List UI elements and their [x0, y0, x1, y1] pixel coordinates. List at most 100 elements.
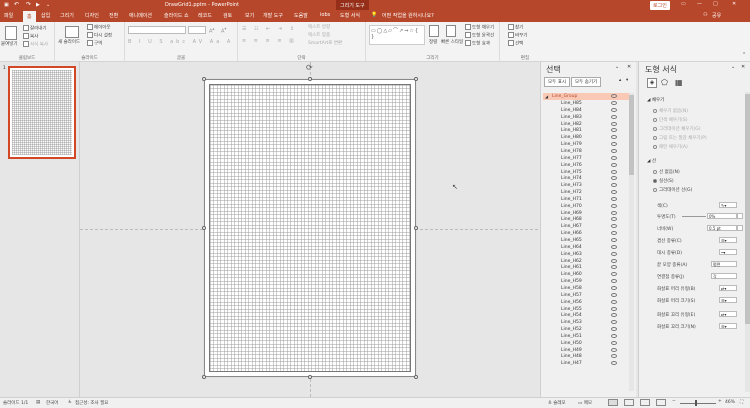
align-text-button[interactable]: 텍스트 맞춤 [308, 32, 330, 38]
eye-icon[interactable] [611, 217, 617, 222]
line-color-picker[interactable]: ✎▾ [719, 202, 737, 208]
eye-icon[interactable] [611, 107, 617, 112]
show-all-button[interactable]: 모두 표시 [544, 77, 570, 87]
eye-icon[interactable] [611, 292, 617, 297]
eye-icon[interactable] [611, 183, 617, 188]
reset-button[interactable]: 다시 설정 [94, 34, 112, 39]
line-solid-radio[interactable] [653, 178, 657, 183]
zoom-level[interactable]: 46% [725, 400, 735, 405]
eye-icon[interactable] [611, 238, 617, 242]
end-arrow-size-dropdown[interactable]: ☰▾ [719, 323, 737, 329]
list-item-group[interactable]: ◢ Line_Group [543, 93, 629, 100]
slideshow-view-icon[interactable] [656, 399, 666, 406]
tab-transitions[interactable]: 전환 [109, 12, 118, 19]
list-item[interactable]: Line_H47 [543, 360, 629, 367]
find-button[interactable]: 찾기 [515, 26, 523, 31]
ribbon-display-icon[interactable]: ▭ [681, 1, 686, 7]
shape-effects-button[interactable]: 도형 효과 [472, 42, 490, 47]
select-button[interactable]: 선택 [515, 42, 523, 47]
eye-icon[interactable] [611, 121, 617, 126]
tab-help[interactable]: 도움말 [294, 12, 308, 19]
fill-solid-radio[interactable] [653, 117, 657, 122]
tab-draw[interactable]: 그리기 [60, 12, 74, 19]
start-presentation-icon[interactable]: ▶ [36, 2, 40, 8]
resize-handle-se[interactable] [414, 375, 418, 379]
eye-icon[interactable] [611, 244, 617, 249]
format-painter-button[interactable]: 서식 복사 [30, 43, 48, 48]
proofing-icon[interactable]: ▤ [36, 400, 40, 405]
eye-icon[interactable] [611, 285, 617, 290]
comments-button[interactable]: ▭ 메모 [578, 400, 592, 406]
eye-icon[interactable] [611, 313, 617, 318]
close-pane-icon[interactable]: ✕ [627, 64, 631, 70]
transparency-slider[interactable] [682, 216, 706, 217]
shapes-gallery[interactable]: ▭◯△▱⌒↗⇒☆{ } [369, 25, 425, 45]
copy-button[interactable]: 복사 [30, 35, 38, 40]
cut-button[interactable]: 잘라내기 [30, 27, 47, 32]
eye-icon[interactable] [611, 176, 617, 181]
font-name-input[interactable] [128, 26, 186, 34]
minimize-icon[interactable]: — [697, 1, 702, 7]
begin-arrow-type-dropdown[interactable]: ⇄▾ [719, 285, 737, 291]
dash-type-dropdown[interactable]: ┅▾ [719, 249, 737, 255]
smartart-button[interactable]: SmartArt로 변환 [308, 40, 342, 46]
effects-icon[interactable]: ⬠ [661, 78, 668, 87]
send-backward-icon[interactable]: ▾ [626, 78, 628, 83]
scrollbar-thumb[interactable] [629, 95, 634, 175]
tab-design[interactable]: 디자인 [85, 12, 99, 19]
collapse-icon[interactable]: ◢ [545, 94, 548, 99]
tab-review[interactable]: 검토 [223, 12, 232, 19]
eye-icon[interactable] [611, 148, 617, 153]
paste-button[interactable]: 붙여넣기 [1, 41, 18, 47]
redo-icon[interactable]: ↷ [26, 1, 31, 8]
collapse-ribbon-icon[interactable]: ⌃ [742, 52, 746, 58]
eye-icon[interactable] [611, 333, 617, 338]
tab-insert[interactable]: 삽입 [41, 12, 50, 19]
section-button[interactable]: 구역 [94, 42, 102, 47]
new-slide-icon[interactable] [65, 26, 79, 38]
transparency-input[interactable]: 0% [707, 213, 737, 219]
shrink-font-icon[interactable]: A▾ [221, 26, 227, 35]
tab-view[interactable]: 보기 [245, 12, 254, 19]
new-slide-button[interactable]: 새 슬라이드 [58, 39, 80, 45]
eye-icon[interactable] [611, 101, 617, 105]
tab-iobs[interactable]: iobs [320, 12, 330, 18]
eye-icon[interactable] [611, 265, 617, 270]
fill-line-icon[interactable]: ◈ [647, 78, 657, 88]
scrollbar[interactable] [629, 93, 634, 391]
accessibility-icon[interactable]: ♿ [68, 400, 72, 405]
reading-view-icon[interactable] [640, 399, 650, 406]
compound-type-dropdown[interactable]: ☰▾ [719, 237, 737, 243]
eye-icon[interactable] [611, 279, 617, 284]
layout-button[interactable]: 레이아웃 [94, 26, 111, 31]
list-icons[interactable]: ☰ ☷ ⇤ ⇥ ↕ [242, 26, 297, 32]
share-button[interactable]: 공유 [712, 12, 721, 19]
tab-developer[interactable]: 개발 도구 [263, 12, 283, 19]
eye-icon[interactable] [611, 94, 617, 98]
maximize-icon[interactable]: □ [713, 1, 718, 7]
zoom-out-icon[interactable]: − [672, 399, 676, 404]
eye-icon[interactable] [611, 162, 617, 167]
slide-sorter-icon[interactable] [624, 399, 634, 406]
resize-handle-s[interactable] [308, 375, 312, 379]
transparency-stepper[interactable] [737, 213, 743, 219]
eye-icon[interactable] [611, 361, 617, 366]
eye-icon[interactable] [611, 169, 617, 174]
rotate-handle-icon[interactable]: ⟳ [306, 63, 313, 72]
close-pane-icon[interactable]: ✕ [741, 64, 745, 70]
zoom-slider[interactable] [680, 403, 716, 404]
login-button[interactable]: 로그인 [650, 1, 670, 10]
language-label[interactable]: 한국어 [46, 400, 58, 406]
font-size-input[interactable] [188, 26, 206, 34]
eye-icon[interactable] [611, 231, 617, 236]
pane-options-icon[interactable]: ⌄ [731, 64, 735, 70]
eye-icon[interactable] [611, 114, 617, 119]
bring-forward-icon[interactable]: ▴ [619, 78, 621, 83]
end-arrow-type-dropdown[interactable]: ⇄▾ [719, 311, 737, 317]
join-type-dropdown[interactable]: 각 [711, 273, 737, 279]
quick-styles-button[interactable]: 빠른 스타일 [441, 39, 463, 45]
eye-icon[interactable] [611, 203, 617, 208]
align-icons[interactable]: ≡ ≡ ≡ ≡ ▥ [242, 38, 297, 44]
eye-icon[interactable] [611, 272, 617, 277]
eye-icon[interactable] [611, 142, 617, 147]
